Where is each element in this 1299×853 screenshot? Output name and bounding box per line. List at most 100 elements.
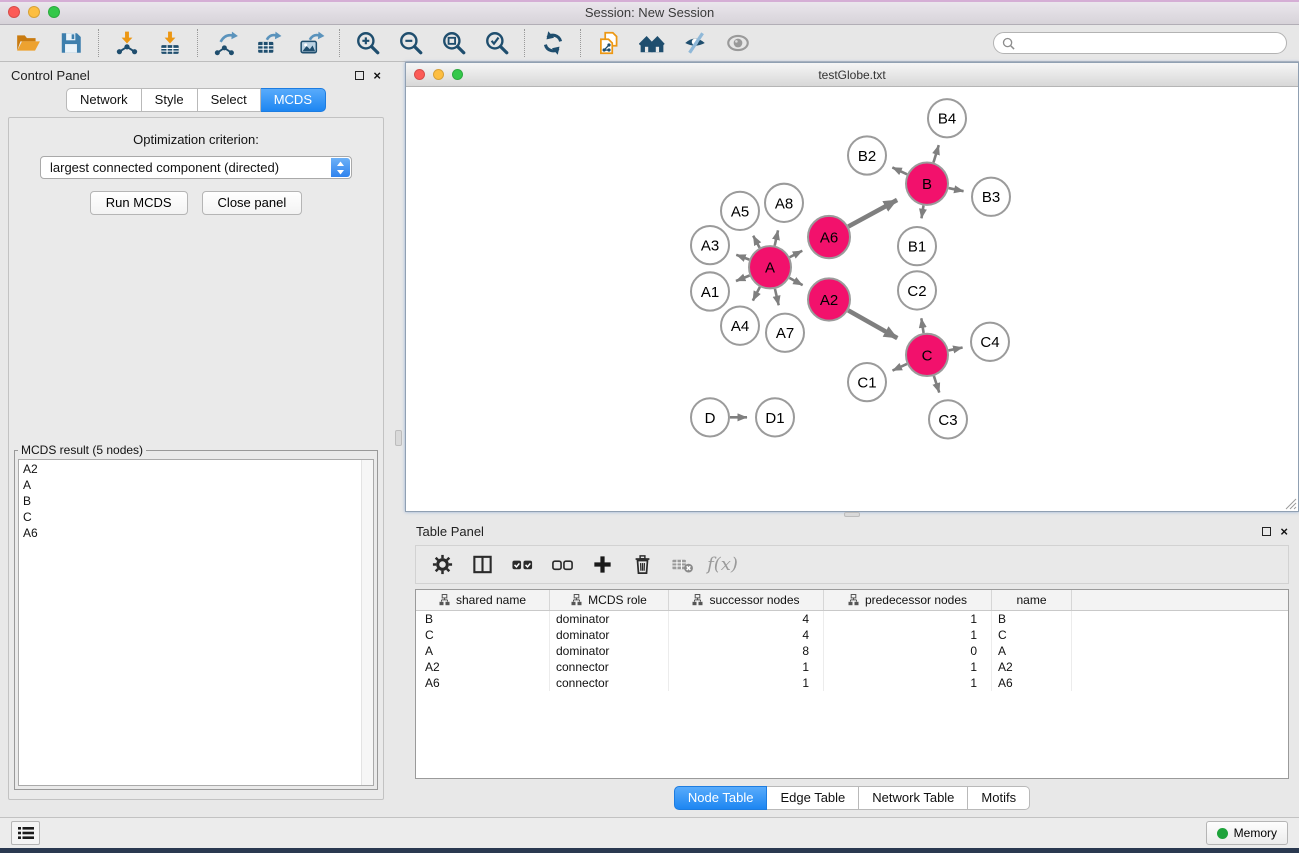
graph-node-A3[interactable]: A3	[691, 226, 729, 264]
graph-node-C[interactable]: C	[906, 334, 948, 376]
graph-edge-A-A2[interactable]	[789, 278, 802, 285]
horizontal-splitter[interactable]	[405, 512, 1299, 518]
table-cell[interactable]: dominator	[550, 627, 669, 643]
graph-edge-B-B3[interactable]	[949, 188, 964, 191]
table-cell[interactable]: B	[992, 611, 1072, 627]
graph-node-D[interactable]: D	[691, 398, 729, 436]
graph-edge-B-B4[interactable]	[933, 145, 938, 162]
delete-table-button[interactable]	[664, 549, 701, 580]
splitter-handle[interactable]	[395, 430, 402, 446]
function-builder-button[interactable]: f(x)	[704, 549, 741, 580]
deselect-all-button[interactable]	[544, 549, 581, 580]
clone-network-button[interactable]	[587, 27, 630, 59]
graph-edge-A-A8[interactable]	[775, 230, 778, 245]
graph-node-A8[interactable]: A8	[765, 184, 803, 222]
graph-edge-A-A1[interactable]	[736, 276, 750, 281]
graph-edge-A-A4[interactable]	[753, 287, 760, 301]
splitter-handle[interactable]	[844, 512, 860, 517]
tab-style[interactable]: Style	[142, 88, 198, 112]
table-cell[interactable]: 1	[824, 675, 992, 691]
graph-node-B1[interactable]: B1	[898, 227, 936, 265]
graph-node-A5[interactable]: A5	[721, 192, 759, 230]
hide-panels-button[interactable]	[673, 27, 716, 59]
table-cell[interactable]: B	[416, 611, 550, 627]
column-header-name[interactable]: name	[992, 590, 1072, 610]
table-cell[interactable]: connector	[550, 659, 669, 675]
column-header-shared-name[interactable]: shared name	[416, 590, 550, 610]
column-visibility-button[interactable]	[464, 549, 501, 580]
table-row[interactable]: Adominator80A	[416, 643, 1288, 659]
reset-panels-button[interactable]	[630, 27, 673, 59]
float-table-panel-icon[interactable]	[1262, 527, 1271, 536]
graph-node-A2[interactable]: A2	[808, 278, 850, 320]
table-tab-edge-table[interactable]: Edge Table	[767, 786, 859, 810]
network-graph[interactable]: AA1A2A3A4A5A6A7A8BB1B2B3B4CC1C2C3C4DD1	[406, 87, 1298, 511]
graph-node-C3[interactable]: C3	[929, 400, 967, 438]
mcds-result-item[interactable]: A6	[23, 525, 369, 541]
table-cell[interactable]: A6	[416, 675, 550, 691]
graph-node-B2[interactable]: B2	[848, 136, 886, 174]
graph-node-A1[interactable]: A1	[691, 272, 729, 310]
table-tab-node-table[interactable]: Node Table	[674, 786, 768, 810]
table-cell[interactable]: 1	[824, 627, 992, 643]
close-panel-icon[interactable]: ×	[373, 69, 381, 82]
graph-edge-A-A7[interactable]	[775, 289, 779, 305]
delete-column-button[interactable]	[624, 549, 661, 580]
table-cell[interactable]: A	[416, 643, 550, 659]
table-cell[interactable]: 1	[669, 659, 824, 675]
column-header-mcds-role[interactable]: MCDS role	[550, 590, 669, 610]
table-row[interactable]: Cdominator41C	[416, 627, 1288, 643]
graph-edge-B-B1[interactable]	[921, 206, 923, 219]
memory-button[interactable]: Memory	[1206, 821, 1288, 845]
graph-node-C4[interactable]: C4	[971, 323, 1009, 361]
table-cell[interactable]: 4	[669, 627, 824, 643]
close-mcds-panel-button[interactable]: Close panel	[202, 191, 303, 215]
graph-node-A4[interactable]: A4	[721, 307, 759, 345]
graph-edge-C-C4[interactable]	[949, 348, 963, 351]
graph-node-D1[interactable]: D1	[756, 398, 794, 436]
search-input[interactable]	[1020, 35, 1278, 51]
mcds-result-item[interactable]: B	[23, 493, 369, 509]
mcds-result-item[interactable]: A2	[23, 461, 369, 477]
select-all-button[interactable]	[504, 549, 541, 580]
table-cell[interactable]: C	[416, 627, 550, 643]
table-cell[interactable]: C	[992, 627, 1072, 643]
zoom-selected-button[interactable]	[475, 27, 518, 59]
close-table-panel-icon[interactable]: ×	[1280, 525, 1288, 538]
save-session-button[interactable]	[49, 27, 92, 59]
tab-mcds[interactable]: MCDS	[261, 88, 326, 112]
table-row[interactable]: Bdominator41B	[416, 611, 1288, 627]
graph-edge-A-A6[interactable]	[790, 251, 803, 257]
export-table-button[interactable]	[247, 27, 290, 59]
table-cell[interactable]: A	[992, 643, 1072, 659]
vertical-splitter[interactable]	[392, 62, 405, 817]
graph-edge-A-A5[interactable]	[753, 236, 759, 248]
export-image-button[interactable]	[290, 27, 333, 59]
mcds-result-item[interactable]: C	[23, 509, 369, 525]
table-cell[interactable]: connector	[550, 675, 669, 691]
resize-grip-icon[interactable]	[1282, 495, 1297, 510]
mcds-result-list[interactable]: A2ABCA6	[18, 459, 374, 786]
graph-node-B[interactable]: B	[906, 163, 948, 205]
graph-edge-C-C1[interactable]	[893, 364, 907, 371]
table-cell[interactable]: A6	[992, 675, 1072, 691]
import-network-button[interactable]	[105, 27, 148, 59]
table-cell[interactable]: dominator	[550, 611, 669, 627]
tab-select[interactable]: Select	[198, 88, 261, 112]
zoom-fit-button[interactable]	[432, 27, 475, 59]
network-canvas[interactable]: AA1A2A3A4A5A6A7A8BB1B2B3B4CC1C2C3C4DD1	[406, 87, 1298, 511]
graph-node-C2[interactable]: C2	[898, 271, 936, 309]
table-row[interactable]: A2connector11A2	[416, 659, 1288, 675]
mcds-result-item[interactable]: A	[23, 477, 369, 493]
graph-edge-A-A3[interactable]	[736, 255, 749, 260]
export-network-button[interactable]	[204, 27, 247, 59]
column-header-predecessor-nodes[interactable]: predecessor nodes	[824, 590, 992, 610]
zoom-in-button[interactable]	[346, 27, 389, 59]
float-panel-icon[interactable]	[355, 71, 364, 80]
run-mcds-button[interactable]: Run MCDS	[90, 191, 188, 215]
table-cell[interactable]: 1	[824, 611, 992, 627]
tab-network[interactable]: Network	[66, 88, 142, 112]
graph-edge-A6-B[interactable]	[848, 200, 897, 227]
table-tab-network-table[interactable]: Network Table	[859, 786, 968, 810]
task-history-button[interactable]	[11, 821, 40, 845]
